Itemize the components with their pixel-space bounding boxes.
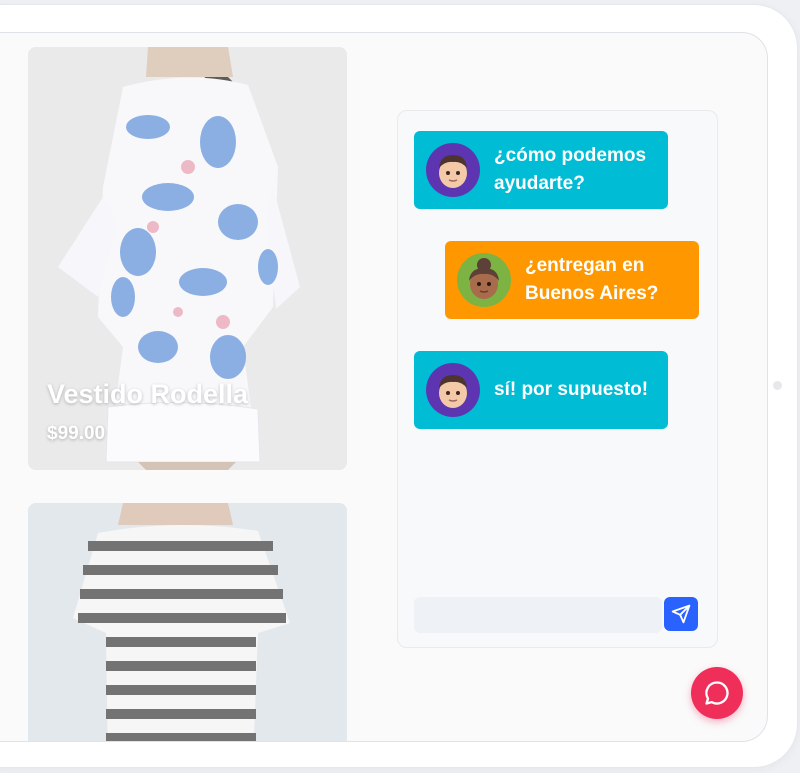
product-image	[28, 503, 347, 741]
chat-widget: ¿cómo podemos ayudarte? ¿entregan en Bue…	[397, 110, 718, 648]
chat-bubble-icon	[705, 681, 729, 705]
chat-message-user: ¿entregan en Buenos Aires?	[445, 241, 699, 319]
product-card[interactable]	[28, 503, 347, 741]
agent-avatar-icon	[426, 143, 480, 197]
chat-message-input[interactable]	[414, 597, 662, 633]
send-icon	[671, 604, 691, 624]
product-price: $99.00	[47, 423, 106, 444]
send-button[interactable]	[664, 597, 698, 631]
chat-launcher-button[interactable]	[691, 667, 743, 719]
chat-message-text: sí! por supuesto!	[494, 379, 649, 400]
tablet-side-button	[773, 381, 782, 390]
product-name[interactable]: Vestido Rodella	[47, 379, 248, 410]
tablet-screen: Vestido Rodella $99.00 ¿cómo podemos ayu…	[0, 32, 768, 742]
chat-message-agent: ¿cómo podemos ayudarte?	[414, 131, 668, 209]
product-card[interactable]: Vestido Rodella $99.00	[28, 47, 347, 470]
chat-message-text: ¿cómo podemos ayudarte?	[494, 145, 647, 194]
user-avatar-icon	[457, 253, 511, 307]
chat-message-agent: sí! por supuesto!	[414, 351, 668, 429]
agent-avatar-icon	[426, 363, 480, 417]
chat-message-text: ¿entregan en Buenos Aires?	[525, 255, 659, 304]
